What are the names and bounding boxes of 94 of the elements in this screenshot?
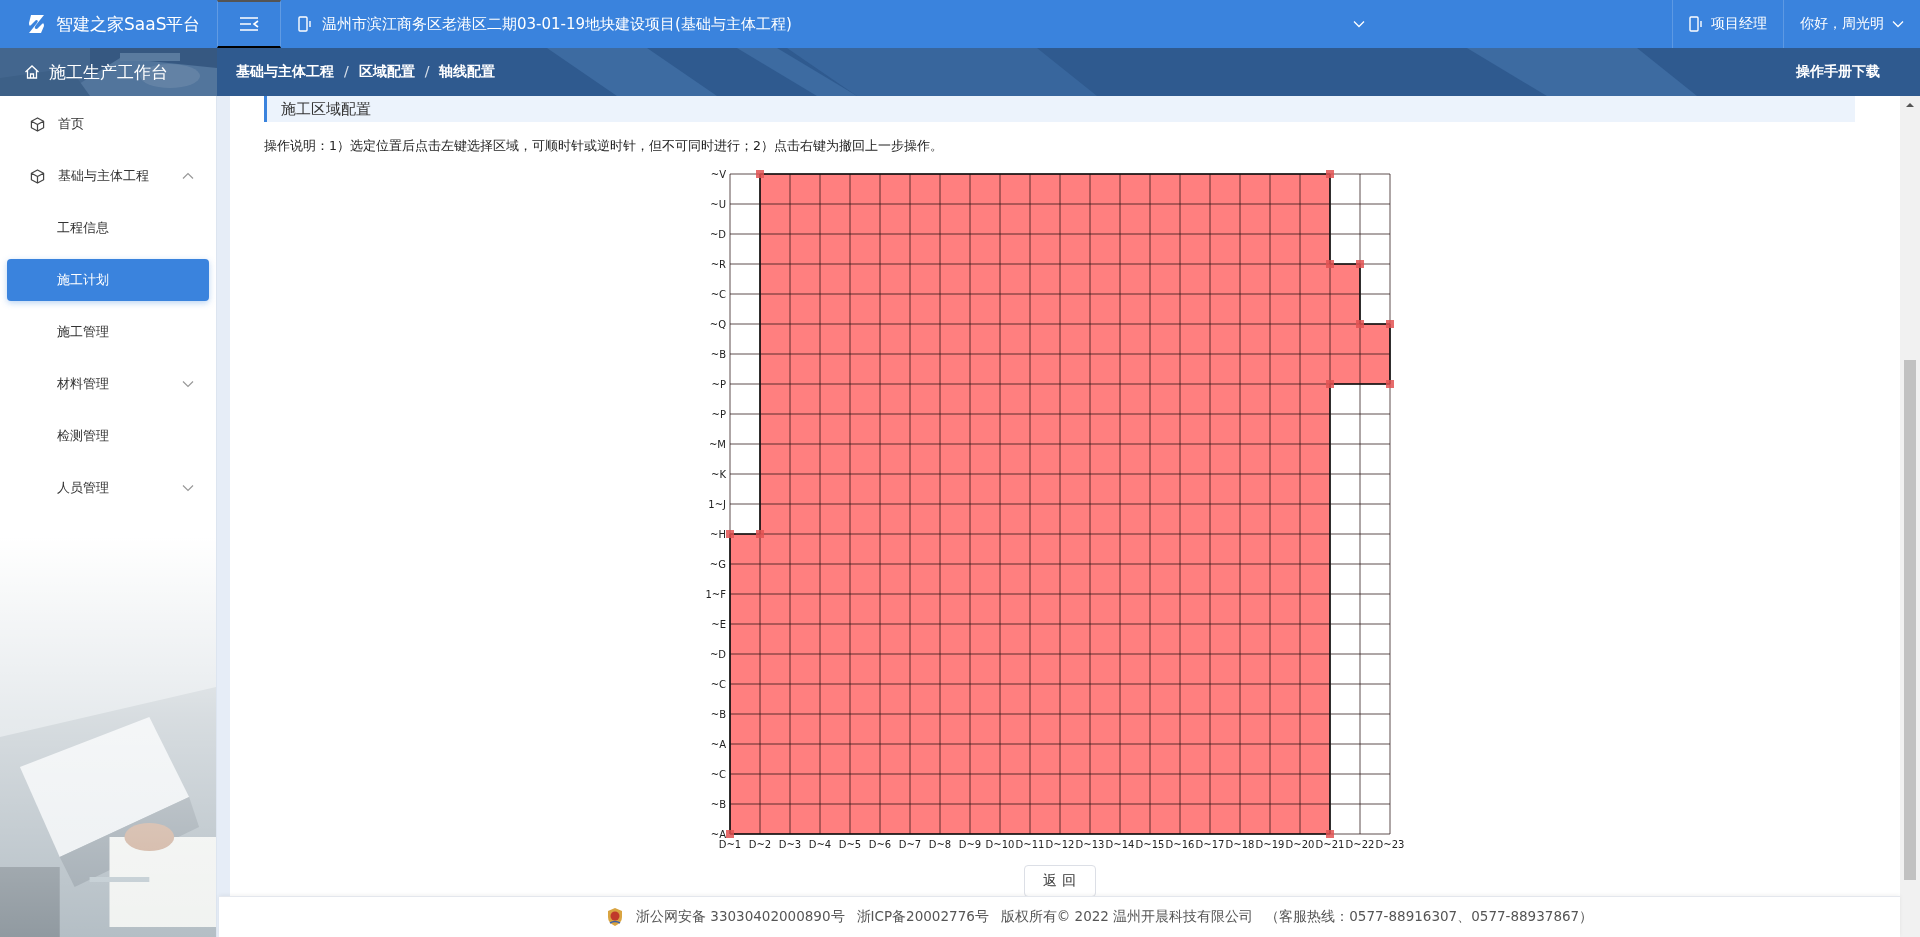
column-axis-label: D~23	[1375, 839, 1404, 850]
vertex-handle[interactable]	[1355, 320, 1364, 328]
sidebar-item[interactable]: 人员管理	[0, 462, 210, 514]
vertex-handle[interactable]	[725, 830, 734, 838]
column-axis-label: D~9	[958, 839, 981, 850]
column-axis-label: D~12	[1045, 839, 1074, 850]
column-axis-label: D~22	[1345, 839, 1374, 850]
sidebar-item[interactable]: 材料管理	[0, 358, 210, 410]
police-record-text: 浙公网安备 33030402000890号	[636, 908, 845, 926]
vertex-handle[interactable]	[755, 170, 764, 178]
row-axis-label: ~D	[709, 648, 726, 660]
column-axis-label: D~7	[898, 839, 921, 850]
row-axis-label: ~P	[711, 408, 726, 420]
row-axis-label: ~A	[710, 828, 726, 840]
breadcrumb-separator: /	[424, 63, 430, 81]
column-axis-label: D~8	[928, 839, 951, 850]
sidebar-item[interactable]: 工程信息	[0, 202, 210, 254]
column-axis-label: D~6	[868, 839, 891, 850]
row-axis-label: ~B	[710, 708, 726, 720]
scrollbar[interactable]	[1900, 96, 1920, 937]
vertex-handle[interactable]	[1325, 830, 1334, 838]
column-axis-label: D~20	[1285, 839, 1314, 850]
vertex-handle[interactable]	[1325, 170, 1334, 178]
axis-grid-editor[interactable]: ~V ~U ~D ~R ~C ~Q ~B ~P ~P ~M ~K 1~J ~H ~G 1~F ~E ~D ~C ~B ~A ~C ~B ~A D~1 D~2 D~3 D~4 D~5 D~6 D~7 D~8 D~9 D~10D~11D~12D~13D~14D~15D~16D~17D~18D~19D~20D~21D~22D~23	[264, 165, 1855, 856]
column-axis-label: D~13	[1075, 839, 1104, 850]
row-axis-label: ~K	[710, 468, 726, 480]
sidebar-item[interactable]: 施工计划	[7, 259, 209, 301]
column-axis-label: D~17	[1195, 839, 1224, 850]
row-axis-label: ~B	[710, 798, 726, 810]
vertex-handle[interactable]	[725, 530, 734, 538]
column-axis-label: D~1	[718, 839, 741, 850]
hotline-text: （客服热线：0577-88916307、0577-88937867）	[1265, 908, 1594, 926]
icp-record-text: 浙ICP备20002776号	[856, 908, 989, 926]
row-axis-label: ~B	[710, 348, 726, 360]
app-title: 智建之家SaaS平台	[56, 12, 201, 36]
column-axis-label: D~10	[985, 839, 1014, 850]
row-axis-label: ~V	[710, 168, 726, 180]
column-axis-label: D~5	[838, 839, 861, 850]
row-axis-label: ~E	[710, 618, 726, 630]
cube-icon	[30, 168, 45, 184]
sidebar-item[interactable]: 基础与主体工程	[0, 150, 210, 202]
copyright-text: 版权所有© 2022 温州开晨科技有限公司	[1000, 908, 1254, 926]
row-axis-label: ~H	[709, 528, 726, 540]
column-axis-label: D~18	[1225, 839, 1254, 850]
vertex-handle[interactable]	[755, 530, 764, 538]
row-axis-label: ~C	[710, 678, 726, 690]
breadcrumb-link[interactable]: 基础与主体工程	[236, 63, 334, 81]
column-axis-label: D~14	[1105, 839, 1134, 850]
project-selector[interactable]: 温州市滨江商务区老港区二期03-01-19地块建设项目(基础与主体工程)	[281, 0, 1381, 48]
row-axis-label: ~G	[709, 558, 726, 570]
vertex-handle[interactable]	[1325, 260, 1334, 268]
row-axis-label: ~C	[710, 768, 726, 780]
row-axis-label: 1~F	[705, 588, 726, 600]
row-axis-label: ~M	[708, 438, 726, 450]
breadcrumb-link[interactable]: 区域配置	[358, 63, 415, 81]
column-axis-label: D~21	[1315, 839, 1344, 850]
row-axis-label: ~R	[710, 258, 726, 270]
police-badge-icon	[606, 907, 624, 927]
vertex-handle[interactable]	[1385, 320, 1394, 328]
instructions-text: 操作说明：1）选定位置后点击左键选择区域，可顺时针或逆时针，但不可同时进行；2）点击右键为撤回上一步操作。	[264, 138, 944, 155]
sidebar-item[interactable]: 首页	[0, 98, 210, 150]
column-axis-label: D~16	[1165, 839, 1194, 850]
sidebar-item[interactable]: 施工管理	[0, 306, 210, 358]
breadcrumb-link[interactable]: 轴线配置	[439, 63, 496, 81]
manual-download-link[interactable]: 操作手册下载	[1796, 63, 1880, 81]
row-axis-label: ~C	[710, 288, 726, 300]
row-axis-label: ~P	[711, 378, 726, 390]
row-axis-label: ~D	[709, 228, 726, 240]
logo-icon	[27, 13, 47, 35]
row-axis-label: ~A	[710, 738, 726, 750]
scroll-up-icon[interactable]	[1906, 102, 1914, 108]
column-axis-label: D~3	[778, 839, 801, 850]
phone-icon	[298, 16, 312, 32]
vertex-handle[interactable]	[1355, 260, 1364, 268]
chevron-down-icon	[1892, 20, 1904, 28]
home-icon	[24, 64, 40, 80]
column-axis-label: D~19	[1255, 839, 1284, 850]
column-axis-label: D~4	[808, 839, 831, 850]
row-axis-label: 1~J	[707, 498, 726, 510]
column-axis-label: D~2	[748, 839, 771, 850]
sidebar-item[interactable]: 检测管理	[0, 410, 210, 462]
chevron-down-icon	[1353, 20, 1365, 28]
row-axis-label: ~Q	[709, 318, 726, 330]
vertex-handle[interactable]	[1385, 380, 1394, 388]
row-axis-label: ~U	[709, 198, 726, 210]
vertex-handle[interactable]	[1325, 380, 1334, 388]
return-button[interactable]: 返 回	[1023, 865, 1096, 897]
breadcrumb-separator: /	[344, 63, 349, 81]
menu-fold-icon	[239, 16, 259, 32]
phone-icon	[1689, 16, 1703, 32]
column-axis-label: D~15	[1135, 839, 1164, 850]
section-title: 施工区域配置	[264, 96, 1855, 122]
column-axis-label: D~11	[1015, 839, 1044, 850]
cube-icon	[30, 116, 45, 132]
